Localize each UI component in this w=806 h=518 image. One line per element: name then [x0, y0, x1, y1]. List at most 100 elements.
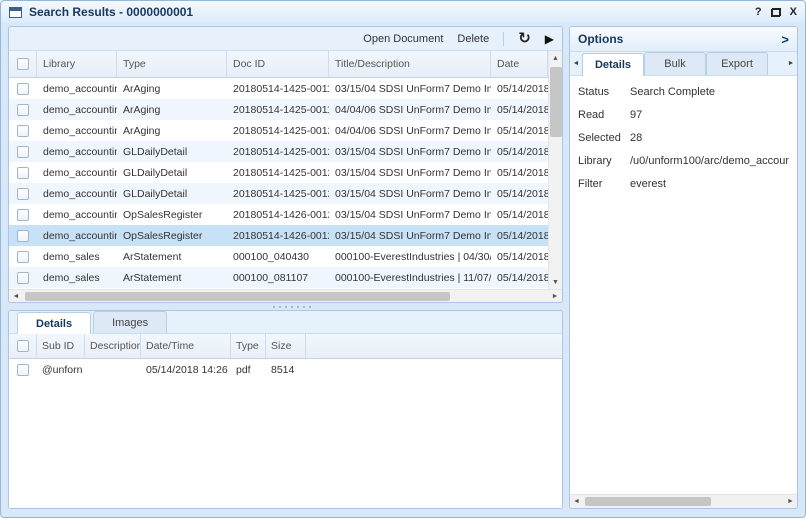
- tab-options-bulk[interactable]: Bulk: [644, 52, 706, 75]
- delete-button[interactable]: Delete: [457, 33, 489, 45]
- row-checkbox[interactable]: [17, 272, 29, 284]
- cell-title: 03/15/04 SDSI UnForm7 Demo Inc. Pa: [329, 225, 491, 246]
- cell-doc-id: 000100_040430: [227, 246, 329, 267]
- cell-description: [85, 359, 141, 380]
- scroll-left-icon[interactable]: ◄: [9, 290, 23, 302]
- window-body: Open Document Delete ↻ ▶ Library Type Do…: [1, 23, 805, 517]
- open-document-button[interactable]: Open Document: [363, 33, 443, 45]
- tab-options-details[interactable]: Details: [582, 53, 644, 76]
- cell-library: demo_accounting: [37, 204, 117, 225]
- close-icon[interactable]: X: [790, 7, 797, 18]
- run-search-icon[interactable]: ▶: [545, 32, 554, 46]
- cell-library: demo_accounting: [37, 183, 117, 204]
- row-checkbox[interactable]: [17, 146, 29, 158]
- toolbar-divider: [503, 32, 504, 46]
- refresh-icon[interactable]: ↻: [518, 32, 531, 46]
- field-label: Filter: [578, 178, 630, 190]
- row-checkbox[interactable]: [17, 83, 29, 95]
- field-label: Selected: [578, 132, 630, 144]
- row-checkbox[interactable]: [17, 104, 29, 116]
- tab-options-export[interactable]: Export: [706, 52, 768, 75]
- cell-doc-id: 20180514-1425-00119: [227, 99, 329, 120]
- vertical-scrollbar[interactable]: ▲ ▼: [548, 51, 562, 289]
- table-row[interactable]: demo_sales ArStatement 000100_040430 000…: [9, 246, 548, 267]
- table-row[interactable]: demo_accounting GLDailyDetail 20180514-1…: [9, 162, 548, 183]
- col-header-size[interactable]: Size: [266, 334, 306, 358]
- table-row[interactable]: demo_accounting GLDailyDetail 20180514-1…: [9, 141, 548, 162]
- detail-tab-strip: Details Images: [9, 311, 562, 334]
- cell-title: 000100-EverestIndustries | 11/07/08: [329, 267, 491, 288]
- options-header: Options >: [570, 27, 797, 52]
- table-row[interactable]: demo_accounting ArAging 20180514-1425-00…: [9, 78, 548, 99]
- cell-doc-id: 20180514-1425-00118: [227, 78, 329, 99]
- table-row[interactable]: demo_accounting OpSalesRegister 20180514…: [9, 204, 548, 225]
- detail-row-checkbox[interactable]: [17, 364, 29, 376]
- row-checkbox[interactable]: [17, 251, 29, 263]
- col-header-date[interactable]: Date: [491, 51, 548, 77]
- cell-title: 03/15/04 SDSI UnForm7 Demo Inc. Pa: [329, 204, 491, 225]
- options-scrollbar-thumb[interactable]: [585, 497, 711, 506]
- field-label: Status: [578, 86, 630, 98]
- scroll-right-icon[interactable]: ►: [548, 290, 562, 302]
- row-checkbox[interactable]: [17, 209, 29, 221]
- cell-date: 05/14/2018 1: [491, 162, 548, 183]
- scroll-down-icon[interactable]: ▼: [549, 275, 562, 289]
- cell-size: 8514: [266, 359, 306, 380]
- table-row[interactable]: demo_accounting ArAging 20180514-1425-00…: [9, 99, 548, 120]
- row-checkbox[interactable]: [17, 188, 29, 200]
- cell-title: 03/15/04 SDSI UnForm7 Demo Inc. Pa: [329, 141, 491, 162]
- col-header-type[interactable]: Type: [117, 51, 227, 77]
- col-header-datetime[interactable]: Date/Time: [141, 334, 231, 358]
- horizontal-splitter[interactable]: [8, 303, 563, 310]
- col-header-type[interactable]: Type: [231, 334, 266, 358]
- scroll-left-icon[interactable]: ◄: [570, 495, 583, 508]
- vertical-scrollbar-thumb[interactable]: [550, 67, 562, 137]
- detail-row[interactable]: @unforn 05/14/2018 14:26 pdf 8514: [9, 359, 562, 380]
- col-header-doc-id[interactable]: Doc ID: [227, 51, 329, 77]
- table-row-selected[interactable]: demo_accounting OpSalesRegister 20180514…: [9, 225, 548, 246]
- cell-type: ArStatement: [117, 267, 227, 288]
- col-header-title[interactable]: Title/Description: [329, 51, 491, 77]
- cell-type: ArAging: [117, 120, 227, 141]
- cell-title: 03/15/04 SDSI UnForm7 Demo Inc. Pa: [329, 162, 491, 183]
- row-checkbox[interactable]: [17, 125, 29, 137]
- tab-images[interactable]: Images: [93, 311, 167, 333]
- row-checkbox[interactable]: [17, 167, 29, 179]
- cell-date: 05/14/2018 1: [491, 267, 548, 288]
- search-results-window: Search Results - 0000000001 ? X Open Doc…: [0, 0, 806, 518]
- cell-type: GLDailyDetail: [117, 141, 227, 162]
- help-icon[interactable]: ?: [755, 7, 762, 18]
- select-all-checkbox[interactable]: [17, 58, 29, 70]
- cell-library: demo_accounting: [37, 78, 117, 99]
- scroll-up-icon[interactable]: ▲: [549, 51, 562, 65]
- col-header-description[interactable]: Description: [85, 334, 141, 358]
- row-checkbox[interactable]: [17, 230, 29, 242]
- tab-details[interactable]: Details: [17, 312, 91, 334]
- results-rows: demo_accounting ArAging 20180514-1425-00…: [9, 78, 548, 289]
- cell-library: demo_accounting: [37, 99, 117, 120]
- detail-empty-area: [9, 380, 562, 508]
- cell-datetime: 05/14/2018 14:26: [141, 359, 231, 380]
- table-row[interactable]: demo_accounting GLDailyDetail 20180514-1…: [9, 183, 548, 204]
- col-header-library[interactable]: Library: [37, 51, 117, 77]
- tab-scroll-left-icon[interactable]: ◄: [570, 52, 582, 75]
- header-filler: [306, 334, 562, 358]
- scroll-right-icon[interactable]: ►: [784, 495, 797, 508]
- table-row[interactable]: demo_accounting ArAging 20180514-1425-00…: [9, 120, 548, 141]
- window-icon: [9, 7, 22, 18]
- chevron-right-icon[interactable]: >: [781, 33, 789, 46]
- col-header-sub-id[interactable]: Sub ID: [37, 334, 85, 358]
- field-value: /u0/unform100/arc/demo_accounting;/u0/un…: [630, 155, 789, 167]
- field-label: Read: [578, 109, 630, 121]
- horizontal-scrollbar[interactable]: ◄ ►: [9, 289, 562, 302]
- results-grid-box: Open Document Delete ↻ ▶ Library Type Do…: [8, 26, 563, 303]
- options-horizontal-scrollbar[interactable]: ◄ ►: [570, 494, 797, 508]
- detail-select-all-checkbox[interactable]: [17, 340, 29, 352]
- tab-scroll-right-icon[interactable]: ►: [785, 52, 797, 75]
- window-title: Search Results - 0000000001: [29, 5, 193, 19]
- cell-type: pdf: [231, 359, 266, 380]
- cell-date: 05/14/2018 1: [491, 204, 548, 225]
- table-row[interactable]: demo_sales ArStatement 000100_081107 000…: [9, 267, 548, 288]
- horizontal-scrollbar-thumb[interactable]: [25, 292, 450, 301]
- restore-icon[interactable]: [771, 8, 781, 17]
